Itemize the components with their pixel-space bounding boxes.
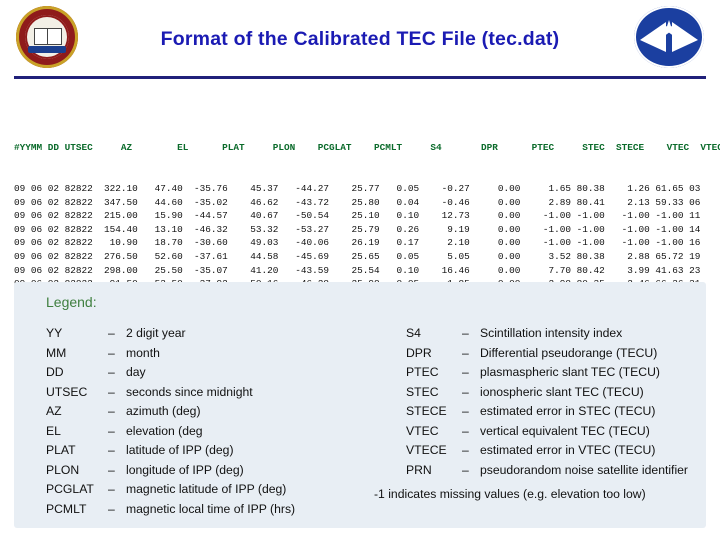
legend-item: YY –2 digit year xyxy=(46,326,386,346)
legend-description: magnetic latitude of IPP (deg) xyxy=(126,482,287,496)
legend-key: PCMLT xyxy=(46,501,87,516)
legend-dash: – xyxy=(462,423,469,438)
legend-item: MM – month xyxy=(46,346,386,366)
legend-key: STEC xyxy=(406,384,439,399)
legend-description: estimated error in STEC (TECU) xyxy=(480,404,656,418)
legend-key: YY xyxy=(46,326,63,340)
air-force-emblem-icon xyxy=(634,6,704,68)
university-seal-icon xyxy=(16,6,78,68)
legend-dash: – xyxy=(108,365,115,379)
legend-description: seconds since midnight xyxy=(126,384,253,399)
legend-item: PRN – pseudorandom noise satellite identif… xyxy=(406,463,720,483)
legend-key: VTECE xyxy=(406,443,447,457)
legend-dash: – xyxy=(462,384,469,399)
legend-dash: – xyxy=(108,501,115,516)
book-icon xyxy=(34,28,62,45)
legend-description: Differential pseudorange (TECU) xyxy=(480,345,658,360)
legend-description: longitude of IPP (deg) xyxy=(126,462,244,477)
slide: Format of the Calibrated TEC File (tec.d… xyxy=(0,0,720,540)
legend-item: PCMLT – magnetic local time of IPP (hrs) xyxy=(46,502,386,522)
legend-dash: – xyxy=(108,345,115,360)
legend-item: STEC – ionospheric slant TEC (TECU) xyxy=(406,385,720,405)
legend-key: PLON xyxy=(46,462,80,477)
table-row: 09 06 02 82822 154.40 13.10 -46.32 53.32… xyxy=(14,223,701,235)
legend-item: STECE – estimated error in STEC (TECU) xyxy=(406,404,720,424)
legend-dash: – xyxy=(108,384,115,399)
legend-description: vertical equivalent TEC (TECU) xyxy=(480,423,650,438)
legend-dash: – xyxy=(108,443,115,457)
table-row: 09 06 02 82822 10.90 18.70 -30.60 49.03 … xyxy=(14,237,701,249)
page-title: Format of the Calibrated TEC File (tec.d… xyxy=(160,28,560,50)
legend-description: ionospheric slant TEC (TECU) xyxy=(480,384,644,399)
legend-item: VTECE – estimated error in VTEC (TECU) xyxy=(406,443,720,463)
legend-key: EL xyxy=(46,423,61,438)
legend-key: S4 xyxy=(406,326,421,340)
legend-item: DPR – Differential pseudorange (TECU) xyxy=(406,346,720,366)
legend-key: PCGLAT xyxy=(46,482,94,496)
legend-dash: – xyxy=(462,443,469,457)
legend-dash: – xyxy=(108,462,115,477)
legend-description: latitude of IPP (deg) xyxy=(126,443,234,457)
legend-description: plasmaspheric slant TEC (TECU) xyxy=(480,365,660,379)
legend-item: PLAT – latitude of IPP (deg) xyxy=(46,443,386,463)
legend-note: -1 indicates missing values (e.g. elevat… xyxy=(374,487,646,501)
table-row: 09 06 02 82822 298.00 25.50 -35.07 41.20… xyxy=(14,264,701,276)
legend-dash: – xyxy=(108,326,115,340)
legend-dash: – xyxy=(108,423,115,438)
legend-item: PLON – longitude of IPP (deg) xyxy=(46,463,386,483)
table-row: 09 06 02 82822 322.10 47.40 -35.76 45.37… xyxy=(14,182,701,194)
legend-description: pseudorandom noise satellite identifier xyxy=(480,462,688,477)
legend-key: AZ xyxy=(46,404,62,418)
table-row: 09 06 02 82822 347.50 44.60 -35.02 46.62… xyxy=(14,196,701,208)
legend-description: estimated error in VTEC (TECU) xyxy=(480,443,656,457)
legend-title: Legend: xyxy=(46,294,97,310)
legend-panel: Legend: YY –2 digit year MM – month DD – day UTS… xyxy=(14,282,706,528)
table-header-row: #YYMM DD UTSEC AZ EL PLAT PLON PCGLAT PC… xyxy=(14,142,720,154)
legend-column-left: YY –2 digit year MM – month DD – day UTSEC – secon… xyxy=(46,326,386,521)
legend-dash: – xyxy=(462,326,469,340)
legend-description: magnetic local time of IPP (hrs) xyxy=(126,501,296,516)
legend-dash: – xyxy=(108,404,115,418)
seal-banner xyxy=(28,46,66,53)
legend-key: DPR xyxy=(406,345,432,360)
legend-key: UTSEC xyxy=(46,384,88,399)
legend-description: day xyxy=(126,365,146,379)
legend-key: PTEC xyxy=(406,365,439,379)
legend-key: STECE xyxy=(406,404,447,418)
legend-description: elevation (deg xyxy=(126,423,203,438)
legend-dash: – xyxy=(462,404,469,418)
legend-item: AZ – azimuth (deg) xyxy=(46,404,386,424)
legend-item: EL – elevation (deg xyxy=(46,424,386,444)
legend-key: DD xyxy=(46,365,64,379)
table-body: 09 06 02 82822 322.10 47.40 -35.76 45.37… xyxy=(14,182,714,291)
legend-description: azimuth (deg) xyxy=(126,404,201,418)
legend-key: MM xyxy=(46,345,67,360)
legend-item: VTEC – vertical equivalent TEC (TECU) xyxy=(406,424,720,444)
table-row: 09 06 02 82822 276.50 52.60 -37.61 44.58… xyxy=(14,250,701,262)
legend-item: PTEC – plasmaspheric slant TEC (TECU) xyxy=(406,365,720,385)
legend-item: UTSEC – seconds since midnight xyxy=(46,385,386,405)
legend-item: DD – day xyxy=(46,365,386,385)
legend-column-right: S4– Scintillation intensity index DPR – Diff… xyxy=(406,326,720,482)
legend-item: S4 – Scintillation intensity index xyxy=(406,326,720,346)
legend-description: 2 digit year xyxy=(126,326,186,340)
legend-key: VTEC xyxy=(406,423,439,438)
table-row: 09 06 02 82822 215.00 15.90 -44.57 40.67… xyxy=(14,210,701,222)
legend-key: PLAT xyxy=(46,443,76,457)
legend-description: Scintillation intensity index xyxy=(480,326,623,340)
legend-dash: – xyxy=(462,365,469,379)
title-divider xyxy=(14,76,706,79)
legend-dash: – xyxy=(462,462,469,477)
legend-description: month xyxy=(126,345,160,360)
legend-item: PCGLAT – magnetic latitude of IPP (deg) xyxy=(46,482,386,502)
legend-dash: – xyxy=(462,345,469,360)
legend-dash: – xyxy=(108,482,115,496)
legend-key: PRN xyxy=(406,462,432,477)
